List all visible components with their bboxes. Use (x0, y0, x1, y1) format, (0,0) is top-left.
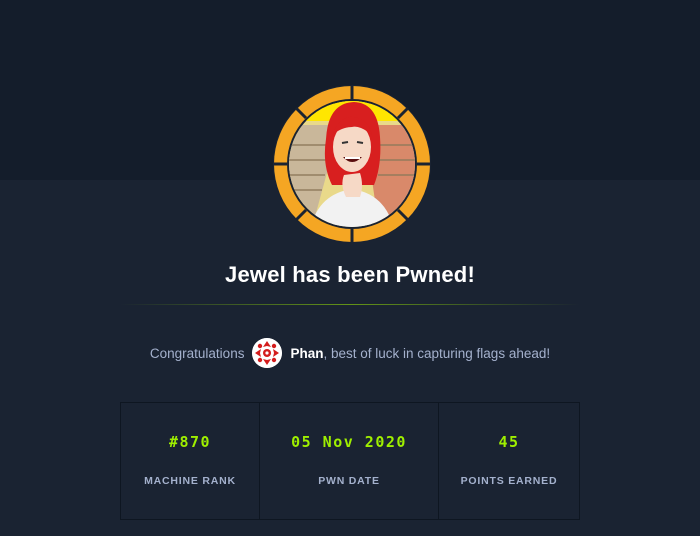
machine-rank-label: MACHINE RANK (144, 475, 236, 487)
user-avatar-icon[interactable] (252, 338, 283, 368)
username-link[interactable]: Phan (290, 346, 323, 361)
machine-rank-value: #870 (168, 433, 212, 451)
machine-badge (270, 85, 434, 243)
stats-panel: #870 MACHINE RANK 05 Nov 2020 PWN DATE 4… (120, 402, 580, 520)
congrats-suffix: , best of luck in capturing flags ahead! (323, 345, 551, 361)
stat-machine-rank: #870 MACHINE RANK (121, 403, 260, 519)
points-earned-value: 45 (498, 433, 520, 451)
machine-avatar-icon (273, 85, 431, 243)
stat-points-earned: 45 POINTS EARNED (439, 403, 579, 519)
pwn-date-label: PWN DATE (318, 475, 380, 487)
points-earned-label: POINTS EARNED (460, 475, 558, 487)
pwn-date-value: 05 Nov 2020 (291, 433, 407, 451)
page-title: Jewel has been Pwned! (225, 262, 475, 287)
title-divider (120, 304, 580, 305)
congrats-prefix: Congratulations (149, 345, 245, 361)
congratulations-message: Congratulations Phan , best of luck in c… (0, 337, 700, 369)
stat-pwn-date: 05 Nov 2020 PWN DATE (260, 403, 439, 519)
